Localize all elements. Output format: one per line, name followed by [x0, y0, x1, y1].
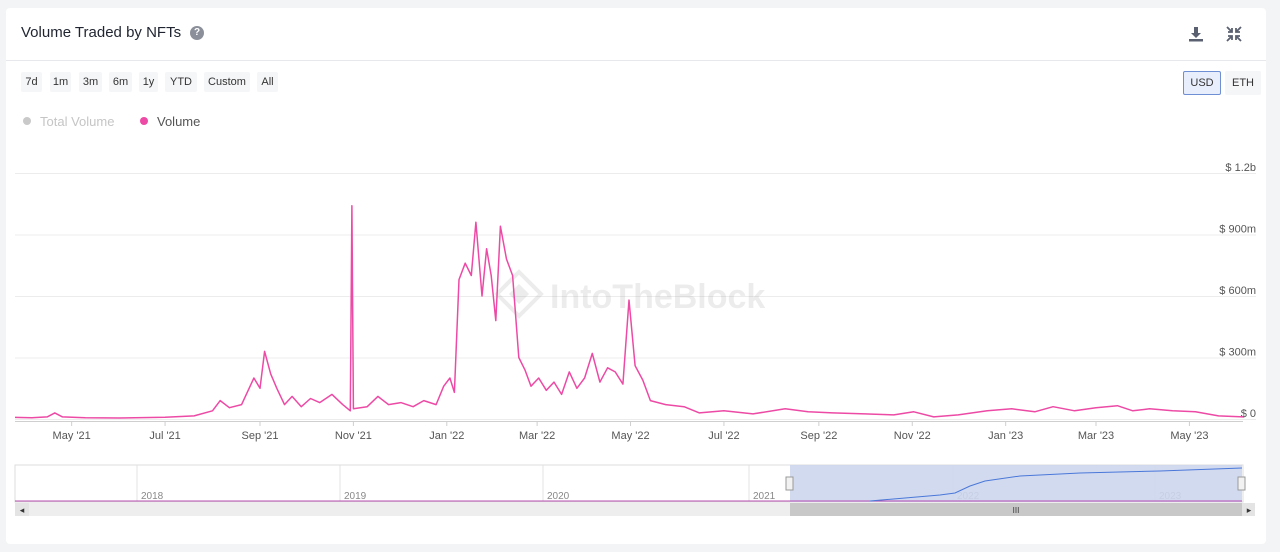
watermark-logo-icon	[494, 269, 544, 319]
x-tick-label: Jul '22	[708, 430, 739, 442]
y-tick-label: $ 900m	[1219, 224, 1256, 236]
x-tick-label: Jan '23	[988, 430, 1023, 442]
watermark: IntoTheBlock	[494, 269, 765, 319]
x-tick-label: Nov '22	[894, 430, 931, 442]
x-tick-label: Jan '22	[429, 430, 464, 442]
navigator-year-label: 2020	[547, 491, 570, 502]
y-axis-ticks: $ 0 $ 300m $ 600m $ 900m $ 1.2b	[1219, 162, 1256, 420]
x-tick-label: May '22	[611, 430, 649, 442]
y-tick-label: $ 600m	[1219, 285, 1256, 297]
navigator[interactable]: 201820192020202120222023	[14, 464, 1246, 503]
navigator-left-handle[interactable]	[785, 476, 794, 491]
volume-chart: IntoTheBlock $ 0 $ 300m $ 600m $ 900m $ 1.2b…	[14, 162, 1256, 516]
x-tick-label: Nov '21	[335, 430, 372, 442]
y-tick-label: $ 1.2b	[1225, 162, 1256, 174]
x-tick-label: May '21	[53, 430, 91, 442]
scroll-right-arrow-icon: ▸	[1247, 505, 1252, 515]
x-axis-ticks: May '21 Jul '21 Sep '21 Nov '21 Jan '22 Mar '…	[53, 421, 1209, 442]
x-tick-label: Mar '22	[519, 430, 555, 442]
y-tick-label: $ 300m	[1219, 347, 1256, 359]
navigator-year-label: 2018	[141, 491, 164, 502]
scrollbar-grip-icon: III	[1013, 506, 1020, 515]
x-tick-label: Sep '21	[242, 430, 279, 442]
x-tick-label: Sep '22	[800, 430, 837, 442]
y-tick-label: $ 0	[1241, 408, 1256, 420]
navigator-year-label: 2019	[344, 491, 367, 502]
scrollbar[interactable]: III ◂ ▸	[15, 503, 1255, 516]
x-tick-label: Jul '21	[149, 430, 180, 442]
scroll-left-arrow-icon: ◂	[20, 505, 25, 515]
navigator-year-label: 2021	[753, 491, 776, 502]
x-tick-label: Mar '23	[1078, 430, 1114, 442]
x-tick-label: May '23	[1170, 430, 1208, 442]
navigator-right-handle[interactable]	[1237, 476, 1246, 491]
watermark-text: IntoTheBlock	[550, 278, 765, 316]
